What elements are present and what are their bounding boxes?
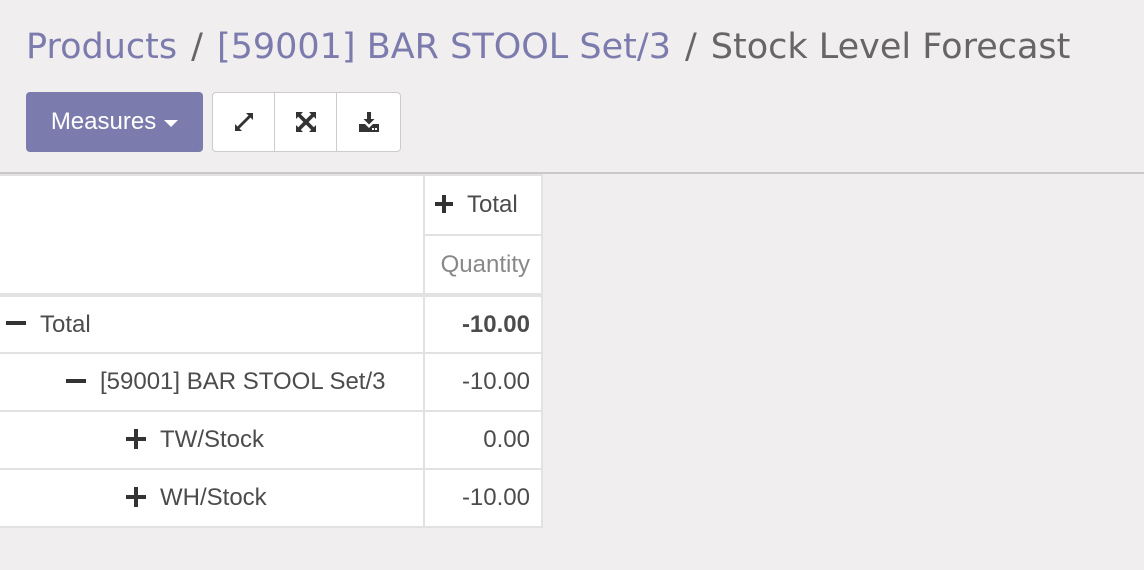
row-label: WH/Stock [160, 484, 267, 511]
pivot-row: Total -10.00 [0, 293, 543, 354]
row-header[interactable]: [59001] BAR STOOL Set/3 [0, 352, 425, 412]
quantity-cell: -10.00 [423, 468, 543, 528]
breadcrumb-separator: / [191, 27, 203, 67]
expand-all-button[interactable] [275, 93, 337, 151]
column-header-total[interactable]: Total [423, 174, 543, 236]
plus-icon [126, 428, 146, 449]
minus-icon [6, 321, 26, 326]
plus-icon [435, 194, 453, 213]
row-header[interactable]: Total [0, 293, 425, 354]
row-header[interactable]: WH/Stock [0, 468, 425, 528]
flip-axis-button[interactable] [213, 93, 275, 151]
breadcrumb-products-link[interactable]: Products [26, 27, 177, 67]
pivot-row: TW/Stock 0.00 [0, 410, 543, 470]
quantity-cell: -10.00 [423, 352, 543, 412]
pivot-row: [59001] BAR STOOL Set/3 -10.00 [0, 352, 543, 412]
pivot-actions-group [212, 92, 401, 152]
measure-header[interactable]: Quantity [423, 234, 543, 296]
expand-all-icon [295, 112, 316, 132]
row-header[interactable]: TW/Stock [0, 410, 425, 470]
quantity-cell: -10.00 [423, 293, 543, 354]
pivot-row: WH/Stock -10.00 [0, 468, 543, 528]
measures-dropdown-button[interactable]: Measures [26, 92, 203, 152]
quantity-cell: 0.00 [423, 410, 543, 470]
row-label: TW/Stock [160, 426, 265, 453]
download-button[interactable] [337, 93, 400, 151]
control-panel: Products / [59001] BAR STOOL Set/3 / Stock L… [0, 0, 1144, 174]
column-header-label: Total [467, 191, 518, 218]
minus-icon [66, 378, 86, 383]
breadcrumb-separator: / [684, 27, 697, 67]
measures-label: Measures [50, 108, 157, 135]
breadcrumb-product-link[interactable]: [59001] BAR STOOL Set/3 [217, 27, 671, 67]
plus-icon [126, 486, 146, 507]
page-title: Stock Level Forecast [710, 27, 1071, 67]
breadcrumb: Products / [59001] BAR STOOL Set/3 / Stock L… [26, 24, 1070, 70]
pivot-table: Total Quantity Total -10.00 [59001] BAR ST… [0, 174, 543, 528]
row-label: Total [40, 310, 91, 338]
download-icon [358, 112, 379, 132]
pivot-corner [0, 174, 425, 296]
row-label: [59001] BAR STOOL Set/3 [100, 368, 386, 395]
caret-down-icon [164, 120, 179, 127]
expand-arrows-icon [234, 113, 253, 131]
